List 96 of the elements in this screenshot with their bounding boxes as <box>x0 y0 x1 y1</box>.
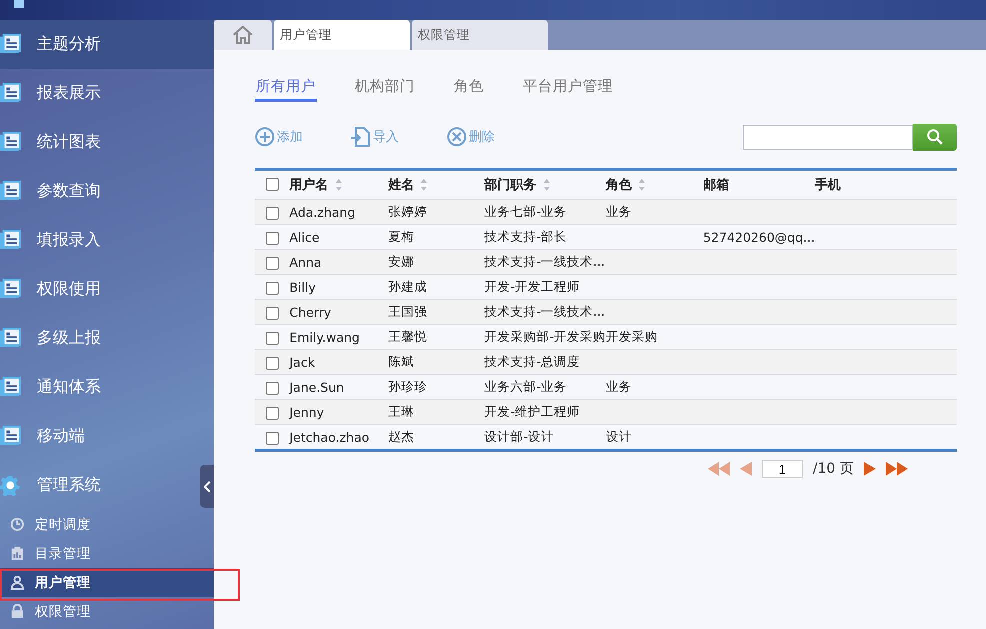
sidebar-item[interactable]: 管理系统 <box>0 461 198 510</box>
document-icon <box>0 230 21 251</box>
sub-tab[interactable]: 平台用户管理 <box>522 74 614 102</box>
table-cell: 技术支持-总调度 <box>484 354 580 368</box>
search-button[interactable] <box>913 124 957 150</box>
home-icon <box>232 26 254 44</box>
document-icon <box>0 181 21 202</box>
delete-icon <box>447 127 467 147</box>
table-cell: 设计部-设计 <box>484 428 554 444</box>
sidebar-item[interactable]: 统计图表 <box>0 118 198 167</box>
document-icon <box>0 132 21 153</box>
table-cell: Jenny <box>290 404 324 420</box>
clock-icon <box>10 517 25 532</box>
collapse-handle[interactable] <box>200 465 214 508</box>
table-cell: 业务 <box>606 204 632 218</box>
row-checkbox[interactable] <box>266 356 279 370</box>
document-icon <box>0 34 21 55</box>
document-icon <box>0 83 21 104</box>
sub-tab[interactable]: 角色 <box>453 74 485 102</box>
row-checkbox[interactable] <box>266 282 279 295</box>
table-cell: Jetchao.zhao <box>290 430 370 444</box>
sidebar-item[interactable]: 参数查询 <box>0 167 198 216</box>
table-cell: 技术支持-一线技术... <box>484 254 606 268</box>
table-cell: 业务七部-业务 <box>484 204 568 218</box>
add-button[interactable]: 添加 <box>255 127 303 147</box>
table-cell: Ada.zhang <box>290 204 356 220</box>
page-number-field[interactable]: 1 <box>762 460 804 478</box>
settings-icon <box>0 475 21 496</box>
document-icon <box>0 426 21 447</box>
row-checkbox[interactable] <box>266 382 279 395</box>
table-cell: 设计 <box>606 428 632 444</box>
table-cell: 开发-开发工程师 <box>484 278 580 294</box>
row-checkbox[interactable] <box>266 432 279 445</box>
table-cell: 陈斌 <box>388 354 414 368</box>
table-cell: 夏梅 <box>388 228 414 244</box>
row-checkbox[interactable] <box>266 232 279 245</box>
table-cell: 孙建成 <box>388 278 428 294</box>
lock-icon <box>10 604 25 619</box>
sidebar-item[interactable]: 报表展示 <box>0 69 198 118</box>
tab[interactable]: 权限管理 <box>412 20 548 50</box>
import-button[interactable]: 导入 <box>351 127 399 147</box>
table-cell: 张婷婷 <box>388 204 428 218</box>
row-checkbox[interactable] <box>266 256 279 270</box>
table-cell: Alice <box>290 230 320 244</box>
user-icon <box>10 575 25 590</box>
delete-button[interactable]: 删除 <box>447 127 495 147</box>
table-cell: Anna <box>290 254 322 270</box>
table-cell: 王琳 <box>388 404 414 418</box>
last-page-icon[interactable] <box>886 462 908 476</box>
table-cell: 赵杰 <box>388 428 414 444</box>
page-total: /10 页 <box>813 460 854 478</box>
sidebar-item[interactable]: 主题分析 <box>0 20 214 69</box>
table-cell: 王馨悦 <box>388 328 428 344</box>
row-checkbox[interactable] <box>266 406 279 420</box>
table-cell: 安娜 <box>388 254 414 268</box>
sub-tab[interactable]: 机构部门 <box>354 74 416 102</box>
table-cell: Jack <box>290 354 316 370</box>
table-cell: Emily.wang <box>290 330 360 344</box>
sidebar-item[interactable]: 填报录入 <box>0 216 198 265</box>
table-cell: 王国强 <box>388 304 428 318</box>
sidebar-item[interactable]: 通知体系 <box>0 363 198 412</box>
document-icon <box>0 377 21 398</box>
table-cell: Cherry <box>290 304 332 320</box>
table-cell: 527420260@qq... <box>703 230 816 244</box>
row-checkbox[interactable] <box>266 306 279 320</box>
table-cell: 开发-维护工程师 <box>484 404 580 418</box>
document-icon <box>0 279 21 300</box>
sidebar-item[interactable]: 移动端 <box>0 412 198 461</box>
sub-tab[interactable]: 所有用户 <box>255 74 317 102</box>
sidebar-subitem[interactable]: 目录管理 <box>0 539 214 568</box>
sidebar-item[interactable]: 权限使用 <box>0 265 198 314</box>
table-cell: 孙珍珍 <box>388 378 428 394</box>
table-cell: Jane.Sun <box>290 380 344 394</box>
search-icon <box>927 129 943 145</box>
home-tab[interactable] <box>214 20 272 50</box>
table-cell: Billy <box>290 280 316 294</box>
row-checkbox[interactable] <box>266 332 279 345</box>
table-cell: 业务 <box>606 378 632 394</box>
tab[interactable]: 用户管理 <box>274 20 410 50</box>
sidebar-subitem[interactable]: 权限管理 <box>0 597 214 626</box>
row-checkbox[interactable] <box>266 206 279 220</box>
next-page-icon[interactable] <box>864 462 876 476</box>
document-icon <box>0 328 21 349</box>
table-cell: 开发采购 <box>606 328 658 344</box>
select-all-checkbox[interactable] <box>266 178 279 192</box>
table-cell: 技术支持-部长 <box>484 228 568 244</box>
search-field[interactable] <box>743 124 913 150</box>
table-cell: 业务六部-业务 <box>484 378 568 394</box>
sidebar-subitem[interactable]: 定时调度 <box>0 510 214 539</box>
file-import-icon <box>351 127 371 147</box>
sidebar-subitem[interactable]: 用户管理 <box>0 568 214 597</box>
add-icon <box>255 127 275 147</box>
table-cell: 技术支持-一线技术... <box>484 304 606 318</box>
clipboard-icon <box>10 546 25 561</box>
sidebar-item[interactable]: 多级上报 <box>0 314 198 363</box>
table-cell: 开发采购部-开发采购 <box>484 328 606 344</box>
